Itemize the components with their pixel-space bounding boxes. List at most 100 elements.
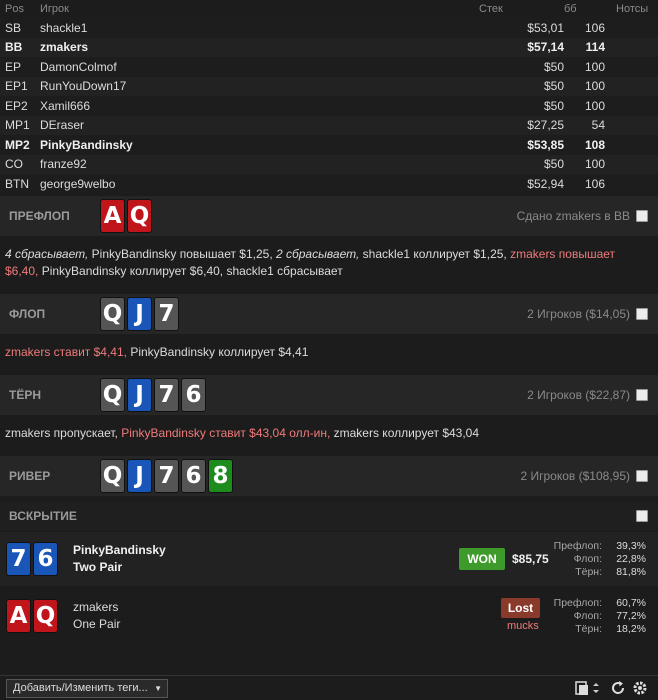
street-info: 2 Игроков ($108,95) (520, 469, 631, 483)
action-text: zmakers коллирует $43,04 (330, 426, 480, 440)
player-name-cell: DEraser (40, 118, 85, 133)
player-name-cell: zmakers (40, 40, 89, 55)
stack-cell: $50 (543, 79, 564, 94)
header-notes: Нотсы (608, 0, 658, 18)
playing-card: 8 (208, 459, 233, 493)
equity-line: Префлоп: 39,3% (546, 540, 646, 553)
table-row[interactable]: MP2 PinkyBandinsky $53,85 108 (0, 135, 658, 155)
action-text: 4 сбрасывает, (5, 247, 89, 261)
table-row[interactable]: BB zmakers $57,14 114 (0, 37, 658, 57)
won-badge: WON (459, 548, 505, 570)
table-row[interactable]: CO franze92 $50 100 (0, 154, 658, 174)
street-flop: ФЛОП QJ7 2 Игроков ($14,05) (0, 294, 658, 334)
table-row[interactable]: SB shackle1 $53,01 106 (0, 18, 658, 38)
preflop-actions: 4 сбрасывает, PinkyBandinsky повышает $1… (5, 246, 650, 280)
playing-card: A (100, 199, 125, 233)
playing-card: Q (127, 199, 152, 233)
street-label: ТЁРН (9, 388, 42, 402)
showdown-player: zmakers One Pair (73, 599, 120, 633)
playing-card: 6 (181, 378, 206, 412)
stack-cell: $50 (543, 157, 564, 172)
table-row[interactable]: BTN george9welbo $52,94 106 (0, 174, 658, 194)
equity-line: Тёрн: 81,8% (546, 566, 646, 579)
position-cell: MP2 (5, 137, 30, 152)
checkbox[interactable] (636, 389, 648, 401)
table-row[interactable]: EP DamonColmof $50 100 (0, 57, 658, 77)
position-cell: BB (5, 40, 23, 55)
checkbox[interactable] (636, 470, 648, 482)
players-table: Pos Игрок Стек бб Нотсы SB shackle1 $53,01… (0, 0, 658, 194)
table-row[interactable]: EP2 Xamil666 $50 100 (0, 96, 658, 116)
bb-cell: 54 (591, 118, 605, 133)
hand-rank: One Pair (73, 617, 121, 631)
gear-icon[interactable] (632, 680, 648, 696)
street-label: РИВЕР (9, 469, 51, 483)
footer-bar: Добавить/Изменить теги... ▼ (0, 675, 658, 700)
action-text: PinkyBandinsky коллирует $6,40, shackle1… (38, 264, 343, 278)
clipboard-icon[interactable] (574, 680, 590, 696)
notes-cell (608, 77, 658, 97)
card-group: 76 (6, 542, 58, 576)
table-header: Pos Игрок Стек бб Нотсы (0, 0, 658, 18)
street-label: ФЛОП (9, 307, 46, 321)
player-name-cell: DamonColmof (40, 59, 117, 74)
playing-card: A (6, 599, 31, 633)
equity-value: 81,8% (616, 565, 646, 578)
equity-value: 39,3% (616, 539, 646, 552)
showdown-player: PinkyBandinsky Two Pair (73, 542, 166, 576)
flop-actions: zmakers ставит $4,41, PinkyBandinsky кол… (5, 344, 650, 361)
street-showdown: ВСКРЫТИЕ (0, 502, 658, 530)
playing-card: 7 (6, 542, 31, 576)
action-text: 2 сбрасывает, (276, 247, 360, 261)
street-info: Сдано zmakers в BB (516, 209, 630, 223)
tags-dropdown-label: Добавить/Изменить теги... (13, 682, 148, 694)
stack-cell: $53,85 (527, 137, 564, 152)
bb-cell: 100 (584, 98, 605, 113)
playing-card: 6 (33, 542, 58, 576)
checkbox[interactable] (636, 308, 648, 320)
playing-card: 7 (154, 297, 179, 331)
playing-card: Q (100, 297, 125, 331)
equity-line: Флоп: 22,8% (546, 553, 646, 566)
lost-badge: Lost (501, 598, 540, 618)
player-name[interactable]: zmakers (73, 599, 120, 616)
table-row[interactable]: EP1 RunYouDown17 $50 100 (0, 76, 658, 97)
notes-cell (608, 18, 658, 38)
stack-cell: $50 (543, 98, 564, 113)
player-name[interactable]: PinkyBandinsky (73, 542, 166, 559)
card-group: QJ7 (100, 297, 179, 331)
table-row[interactable]: MP1 DEraser $27,25 54 (0, 115, 658, 135)
equity-label: Тёрн: (575, 622, 602, 635)
street-info: 2 Игроков ($14,05) (527, 307, 630, 321)
bb-cell: 106 (584, 20, 605, 35)
checkbox[interactable] (636, 510, 648, 522)
equity-value: 77,2% (616, 609, 646, 622)
equity-block: Префлоп: 39,3% Флоп: 22,8% Тёрн: 81,8% (546, 540, 646, 579)
playing-card: Q (100, 459, 125, 493)
checkbox[interactable] (636, 210, 648, 222)
equity-label: Флоп: (573, 609, 602, 622)
equity-value: 60,7% (616, 596, 646, 609)
street-turn: ТЁРН QJ76 2 Игроков ($22,87) (0, 375, 658, 415)
hand-rank: Two Pair (73, 560, 123, 574)
notes-cell (608, 174, 658, 194)
playing-card: J (127, 297, 152, 331)
equity-line: Тёрн: 18,2% (546, 623, 646, 636)
stack-cell: $52,94 (527, 176, 564, 191)
stepper-icon[interactable] (592, 680, 600, 696)
position-cell: BTN (5, 176, 29, 191)
tags-dropdown[interactable]: Добавить/Изменить теги... ▼ (6, 679, 168, 698)
refresh-icon[interactable] (610, 680, 626, 696)
equity-block: Префлоп: 60,7% Флоп: 77,2% Тёрн: 18,2% (546, 597, 646, 636)
equity-label: Флоп: (573, 552, 602, 565)
equity-value: 22,8% (616, 552, 646, 565)
stack-cell: $57,14 (527, 40, 564, 55)
action-text: zmakers пропускает, (5, 426, 122, 440)
player-name-cell: Xamil666 (40, 98, 91, 113)
playing-card: J (127, 378, 152, 412)
equity-line: Префлоп: 60,7% (546, 597, 646, 610)
equity-value: 18,2% (616, 622, 646, 635)
player-name-cell: RunYouDown17 (40, 79, 127, 94)
position-cell: SB (5, 20, 22, 35)
street-info: 2 Игроков ($22,87) (527, 388, 630, 402)
